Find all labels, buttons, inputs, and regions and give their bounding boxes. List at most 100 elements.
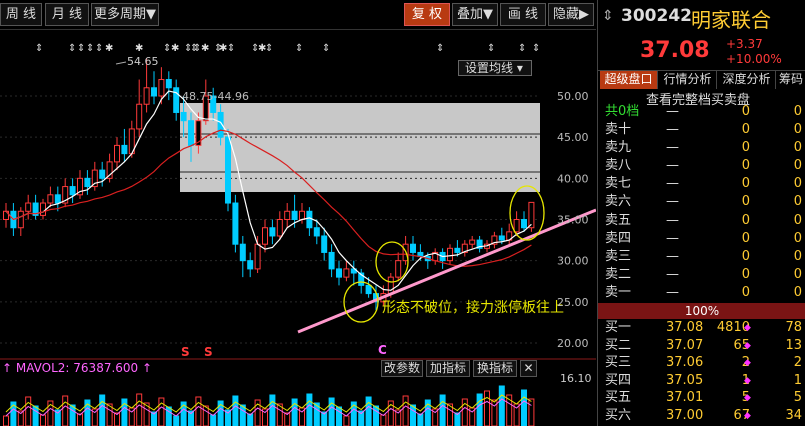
buy-row[interactable]: 买一 37.08 4810 78 ◆ [598,319,805,337]
book-price: 37.07 [666,337,704,353]
book-change: 13 [785,337,802,353]
tab-market-analysis[interactable]: 行情分析 [659,71,717,89]
tab-chips[interactable]: 筹码 [777,71,805,89]
candle-body [365,284,372,295]
buy-row[interactable]: 买二 37.07 65 13 ◆ [598,337,805,355]
ma-setting-button[interactable]: 设置均线 ▾ [458,60,532,76]
book-change: 1 [793,372,802,388]
marker-glyph: ⇕ [77,43,85,54]
book-total-row[interactable]: 共0档 — 0 0 [598,103,805,121]
volume-bar [136,393,143,426]
book-change: 0 [793,122,802,137]
stock-header: ⇕ 300242 明家联合 [598,0,805,36]
price-axis-label: 35.00 [557,214,589,227]
circle-3 [509,185,545,241]
buy-row[interactable]: 买六 37.00 67 34 ◆ [598,407,805,425]
sell-row[interactable]: 卖九 — 0 0 [598,139,805,157]
bid-ask-ratio: 100% [598,303,805,319]
volume-bar [77,413,83,426]
marker-glyph: ⇕ [436,43,444,54]
mavol-label: ↑ MAVOL2: 76387.600 ↑ [2,361,153,375]
book-price: — [666,104,679,119]
book-change: 5 [793,390,802,406]
candle-body [47,194,54,204]
candle-body [387,276,394,295]
adjust-button[interactable]: 复 权 [404,3,450,26]
book-price: — [666,284,679,300]
hide-button[interactable]: 隐藏▶ [548,3,594,26]
book-label: 买六 [605,408,632,423]
price-axis-label: 25.00 [557,296,589,309]
sell-row[interactable]: 卖十 — 0 0 [598,121,805,139]
book-label: 卖九 [605,140,632,156]
candle-body [521,219,527,229]
buy-row[interactable]: 买四 37.05 1 1 ◆ [598,372,805,390]
book-label: 卖四 [605,230,632,246]
volume-bar [343,415,350,426]
weekly-button[interactable]: 周 线 [0,3,42,26]
sell-row[interactable]: 卖六 — 0 0 [598,193,805,211]
switch-indicator-button[interactable]: 换指标 [473,360,517,377]
monthly-button[interactable]: 月 线 [45,3,89,26]
sell-row[interactable]: 卖一 — 0 0 [598,284,805,302]
price-axis-label: 30.00 [557,255,589,268]
kline-chart[interactable]: 54.65 48.75-44.96 形态不破位，接力涨停板往上 ⇕ ⇕ ⇕ ⇕ ⇕ ✱ ✱ ⇕… [0,30,596,426]
add-indicator-button[interactable]: 加指标 [426,360,470,377]
draw-line-button[interactable]: 画 线 [500,3,546,26]
volume-bar [158,397,165,426]
buy-row[interactable]: 买五 37.01 5 5 ◆ [598,389,805,407]
sell-row[interactable]: 卖三 — 0 0 [598,248,805,266]
book-volume: 0 [741,212,750,228]
sell-row[interactable]: 卖八 — 0 0 [598,157,805,175]
candle-body [469,239,476,245]
signal-s-1: S [181,345,190,359]
marker-glyph: ✱ [105,43,113,54]
top-markers: ⇕ ⇕ ⇕ ⇕ ⇕ ✱ ✱ ⇕ ✱ ⇕⇕⇕ ✱ ⇕✱ ⇕ ⇕✱⇕ ⇕ ⇕ ⇕ ⇕ ⇕ ⇕ [35,43,540,54]
book-price: — [666,230,679,246]
sell-row[interactable]: 卖七 — 0 0 [598,175,805,193]
last-price: 37.08 [640,38,710,63]
change-dot-icon: ◆ [744,340,751,351]
volume-bar [476,393,483,426]
candle-body [254,243,261,270]
tab-super-book[interactable]: 超级盘口 [600,71,658,89]
candle-body [313,227,320,237]
more-periods-button[interactable]: 更多周期▼ [91,3,159,26]
volume-bars [3,385,535,426]
book-label: 卖七 [605,176,632,192]
volume-bar [373,405,379,426]
book-label: 卖三 [605,248,632,264]
switch-stock-icon[interactable]: ⇕ [602,8,614,24]
candle-body [151,87,157,97]
marker-glyph: ⇕ [86,43,94,54]
overlay-button[interactable]: 叠加▼ [452,3,498,26]
book-price: 37.00 [666,408,704,423]
tab-depth-analysis[interactable]: 深度分析 [718,71,776,89]
book-label: 卖二 [605,266,632,282]
book-change: 0 [793,194,802,210]
sell-row[interactable]: 卖四 — 0 0 [598,230,805,248]
volume-bar [417,413,424,426]
price-axis-label: 50.00 [557,90,589,103]
close-indicator-button[interactable]: ✕ [520,360,537,377]
change-dot-icon: ◆ [744,411,751,421]
volume-bar [173,415,180,426]
book-volume: 0 [741,284,750,300]
sell-row[interactable]: 卖五 — 0 0 [598,212,805,230]
candle-body [454,247,461,253]
book-change: 0 [793,176,802,192]
book-volume: 0 [741,140,750,156]
book-price: — [666,140,679,156]
change-params-button[interactable]: 改参数 [381,360,423,377]
candle-body [498,235,505,241]
candle-body [165,79,172,89]
volume-bar [232,395,239,426]
candle-body [276,219,283,237]
candle-body [328,251,335,270]
candle-body [299,210,305,220]
buy-row[interactable]: 买三 37.06 2 2 ◆ [598,354,805,372]
sell-row[interactable]: 卖二 — 0 0 [598,266,805,284]
annotation-text: 形态不破位，接力涨停板往上 [382,299,564,316]
price-axis-label: 40.00 [557,172,589,185]
book-price: 37.05 [666,372,704,388]
